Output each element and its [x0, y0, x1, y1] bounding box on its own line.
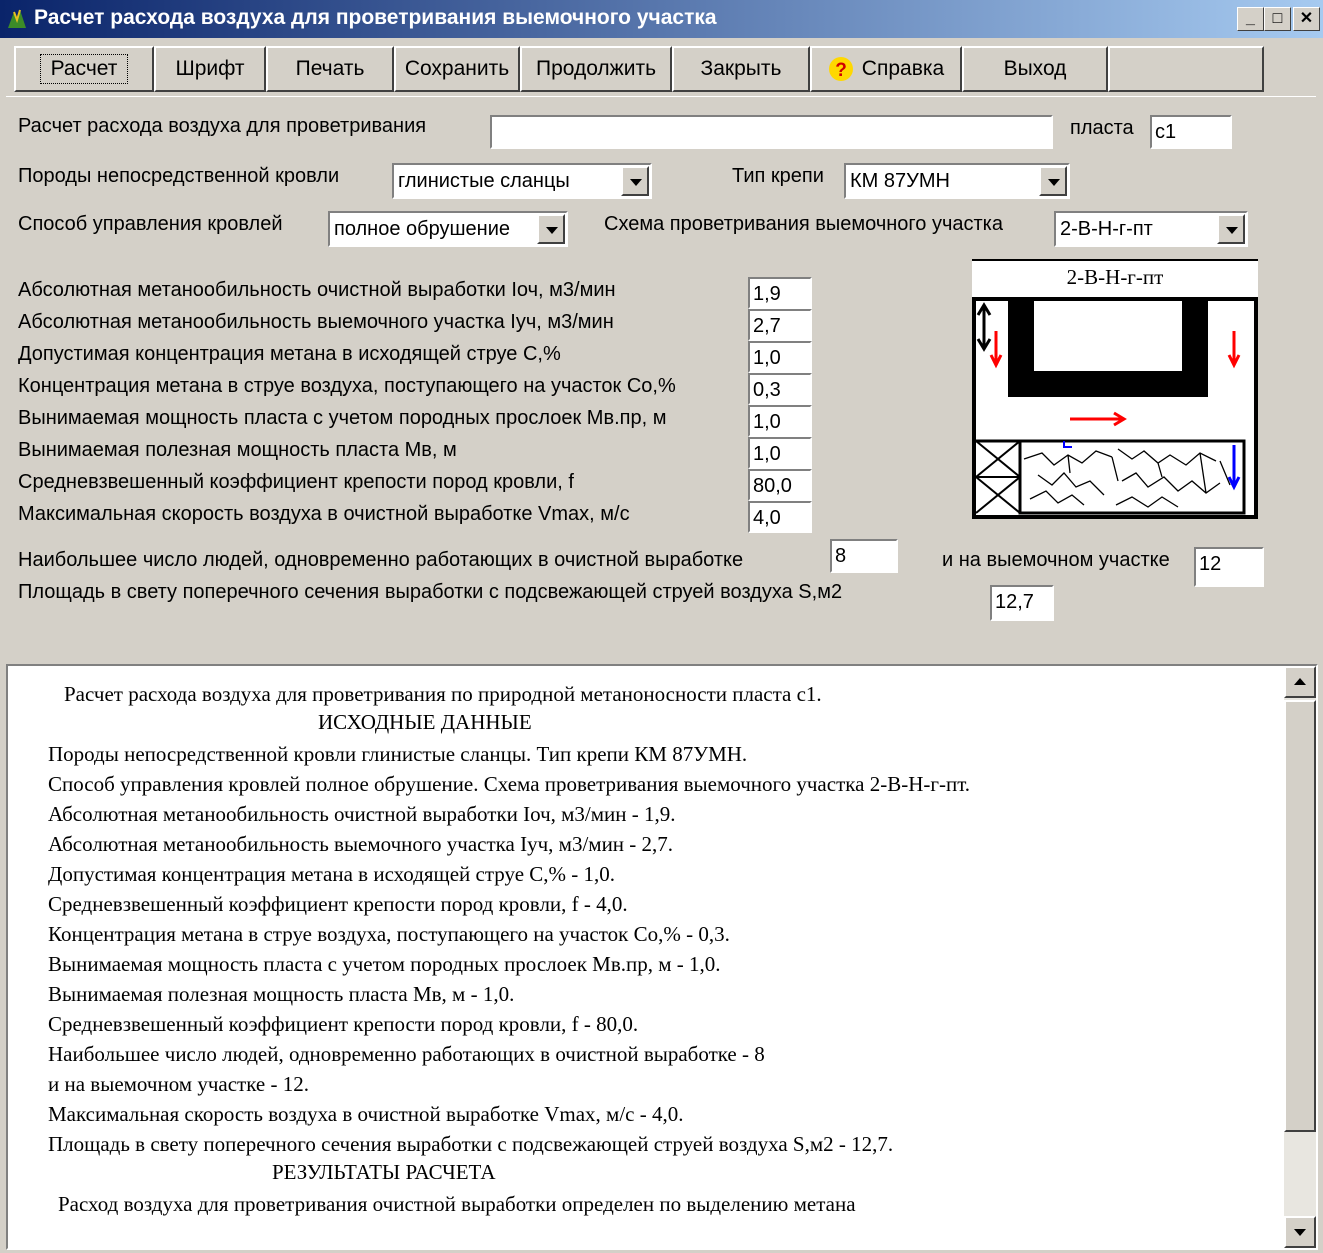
seam-label: пласта — [1070, 117, 1134, 139]
ventilation-scheme-diagram: 2-В-Н-г-пт — [972, 259, 1258, 519]
people-face-label: Наибольшее число людей, одновременно раб… — [18, 549, 744, 571]
param-label: Средневзвешенный коэффициент крепости по… — [18, 471, 574, 493]
param-input[interactable]: 1,9 — [748, 277, 812, 309]
report-heading: РЕЗУЛЬТАТЫ РАСЧЕТА — [272, 1160, 496, 1184]
support-label: Тип крепи — [732, 165, 824, 187]
chevron-down-icon[interactable] — [621, 166, 649, 196]
help-button-label: Справка — [861, 57, 945, 80]
param-input[interactable]: 1,0 — [748, 341, 812, 373]
input-panel: Расчет расхода воздуха для проветривания… — [6, 96, 1316, 655]
report-line: Абсолютная метанообильность очистной выр… — [48, 802, 676, 826]
param-input[interactable]: 1,0 — [748, 405, 812, 437]
report-memo[interactable]: Расчет расхода воздуха для проветривания… — [6, 664, 1318, 1250]
report-line: Концентрация метана в струе воздуха, пос… — [48, 922, 730, 946]
report-scrollbar[interactable] — [1284, 666, 1316, 1248]
param-input[interactable]: 4,0 — [748, 501, 812, 533]
report-line: Способ управления кровлей полное обрушен… — [48, 772, 971, 796]
print-button[interactable]: Печать — [266, 46, 394, 92]
param-input[interactable]: 1,0 — [748, 437, 812, 469]
report-line: Средневзвешенный коэффициент крепости по… — [48, 892, 628, 916]
window-title: Расчет расхода воздуха для проветривания… — [34, 6, 717, 29]
seam-input[interactable]: с1 — [1150, 115, 1232, 149]
param-label: Вынимаемая полезная мощность пласта Мв, … — [18, 439, 457, 461]
calc-button[interactable]: Расчет — [14, 46, 154, 92]
empty-toolbar-button[interactable] — [1108, 46, 1264, 92]
report-line: Абсолютная метанообильность выемочного у… — [48, 832, 674, 856]
scheme-select[interactable]: 2-В-Н-г-пт — [1054, 211, 1248, 247]
scroll-thumb[interactable] — [1284, 700, 1316, 1132]
continue-button[interactable]: Продолжить — [520, 46, 672, 92]
chevron-down-icon — [1294, 1229, 1306, 1236]
report-line: Наибольшее число людей, одновременно раб… — [48, 1042, 765, 1066]
svg-text:?: ? — [835, 60, 847, 81]
param-input[interactable]: 0,3 — [748, 373, 812, 405]
support-select-value: КМ 87УМН — [850, 170, 950, 192]
report-line: Площадь в свету поперечного сечения выра… — [48, 1132, 894, 1156]
title-input[interactable] — [490, 115, 1053, 149]
help-button[interactable]: ? Справка — [810, 46, 962, 92]
report-line: Расчет расхода воздуха для проветривания… — [64, 682, 822, 706]
people-area-input[interactable]: 12 — [1194, 547, 1264, 587]
report-line: Вынимаемая мощность пласта с учетом поро… — [48, 952, 721, 976]
report-line: Допустимая концентрация метана в исходящ… — [48, 862, 616, 886]
report-line: Вынимаемая полезная мощность пласта Мв, … — [48, 982, 515, 1006]
ventilation-scheme-drawing — [972, 259, 1258, 519]
chevron-down-icon[interactable] — [537, 214, 565, 244]
param-label: Максимальная скорость воздуха в очистной… — [18, 503, 630, 525]
save-button[interactable]: Сохранить — [394, 46, 520, 92]
roof-label: Породы непосредственной кровли — [18, 165, 340, 187]
control-select-value: полное обрушение — [334, 218, 511, 240]
support-select[interactable]: КМ 87УМН — [844, 163, 1070, 199]
font-button[interactable]: Шрифт — [154, 46, 266, 92]
control-select[interactable]: полное обрушение — [328, 211, 568, 247]
param-label: Абсолютная метанообильность выемочного у… — [18, 311, 614, 333]
section-area-input[interactable]: 12,7 — [990, 585, 1054, 621]
param-label: Концентрация метана в струе воздуха, пос… — [18, 375, 676, 397]
scroll-down-button[interactable] — [1284, 1216, 1316, 1248]
scheme-caption: 2-В-Н-г-пт — [1066, 265, 1164, 289]
param-label: Допустимая концентрация метана в исходящ… — [18, 343, 561, 365]
scheme-select-value: 2-В-Н-г-пт — [1060, 218, 1153, 240]
param-input[interactable]: 2,7 — [748, 309, 812, 341]
report-line: Средневзвешенный коэффициент крепости по… — [48, 1012, 639, 1036]
roof-select-value: глинистые сланцы — [398, 170, 570, 192]
exit-button[interactable]: Выход — [962, 46, 1108, 92]
chevron-down-icon[interactable] — [1217, 214, 1245, 244]
param-label: Вынимаемая мощность пласта с учетом поро… — [18, 407, 667, 429]
help-icon: ? — [828, 57, 853, 81]
section-area-label: Площадь в свету поперечного сечения выра… — [18, 581, 843, 603]
report-line: Породы непосредственной кровли глинистые… — [48, 742, 748, 766]
control-label: Способ управления кровлей — [18, 213, 283, 235]
param-label: Абсолютная метанообильность очистной выр… — [18, 279, 616, 301]
toolbar: Расчет Шрифт Печать Сохранить Продолжить… — [6, 44, 1316, 96]
chevron-up-icon — [1294, 678, 1306, 685]
chevron-down-icon[interactable] — [1039, 166, 1067, 196]
maximize-button[interactable]: □ — [1264, 7, 1291, 31]
roof-select[interactable]: глинистые сланцы — [392, 163, 652, 199]
report-line: и на выемочном участке - 12. — [48, 1072, 309, 1096]
people-area-label: и на выемочном участке — [942, 549, 1170, 571]
close-window-button[interactable]: ✕ — [1293, 7, 1320, 31]
people-face-input[interactable]: 8 — [830, 539, 898, 573]
scheme-label: Схема проветривания выемочного участка — [604, 213, 1003, 235]
app-icon — [8, 9, 26, 28]
calc-button-label: Расчет — [39, 54, 129, 84]
report-heading: ИСХОДНЫЕ ДАННЫЕ — [318, 710, 532, 734]
scroll-up-button[interactable] — [1284, 666, 1316, 698]
report-line: Расход воздуха для проветривания очистно… — [58, 1192, 856, 1216]
minimize-button[interactable]: _ — [1237, 7, 1264, 31]
close-button[interactable]: Закрыть — [672, 46, 810, 92]
report-line: Максимальная скорость воздуха в очистной… — [48, 1102, 684, 1126]
param-input[interactable]: 80,0 — [748, 469, 812, 501]
title-label: Расчет расхода воздуха для проветривания — [18, 115, 427, 137]
